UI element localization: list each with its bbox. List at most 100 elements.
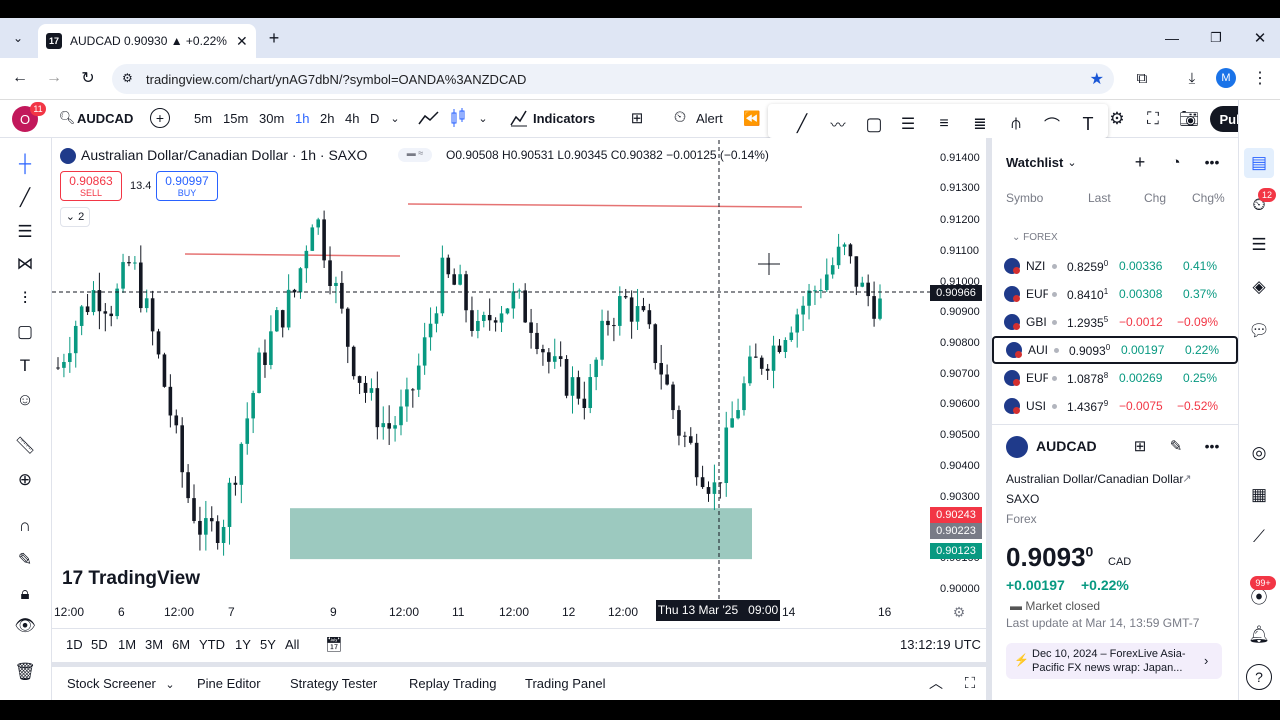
forex-section-header[interactable]: ⌄ FOREX	[1012, 232, 1058, 243]
fib-retracement-icon[interactable]: ☰	[13, 220, 37, 244]
bell-icon[interactable]: 🔔︎	[1246, 622, 1272, 648]
range-All[interactable]: All	[285, 637, 299, 652]
utc-clock[interactable]: 13:12:19 UTC	[900, 637, 981, 652]
add-symbol-icon[interactable]: +	[1130, 152, 1150, 172]
candle-body	[286, 289, 291, 328]
trash-icon[interactable]: 🗑︎	[13, 660, 37, 684]
help-icon[interactable]: ?	[1246, 664, 1272, 690]
detail-layout-icon[interactable]: ⊞	[1130, 436, 1150, 456]
interval-1h[interactable]: 1h	[295, 111, 309, 126]
object-tree-icon[interactable]: ☰	[1246, 232, 1272, 258]
range-3M[interactable]: 3M	[145, 637, 163, 652]
candle-body	[552, 356, 557, 362]
bottom-tab[interactable]: Pine Editor	[197, 676, 261, 691]
interval-15m[interactable]: 15m	[223, 111, 248, 126]
external-link-icon[interactable]: ↗	[1180, 471, 1194, 485]
pine-icon[interactable]: ⟋	[1246, 524, 1272, 550]
layers-icon[interactable]: ◈	[1246, 274, 1272, 300]
shapes-icon[interactable]: ▢	[13, 320, 37, 344]
candle-body	[564, 358, 569, 396]
bottom-tab[interactable]: Replay Trading	[409, 676, 496, 691]
candle-body	[771, 345, 776, 371]
candle-body	[275, 310, 279, 332]
range-1M[interactable]: 1M	[118, 637, 136, 652]
watchlist-row[interactable]: EUF 1.08788 0.00269 0.25%	[992, 364, 1238, 392]
emoji-icon[interactable]: ☺	[13, 388, 37, 412]
watchlist-row[interactable]: EUF 0.84101 0.00308 0.37%	[992, 280, 1238, 308]
range-1Y[interactable]: 1Y	[235, 637, 251, 652]
range-5D[interactable]: 5D	[91, 637, 108, 652]
candle-body	[150, 298, 155, 332]
watchlist-column-header[interactable]: Last	[1088, 191, 1111, 205]
trend-line-icon[interactable]: ╱	[13, 186, 37, 210]
watchlist-column-header[interactable]: Symbo	[1006, 191, 1043, 205]
magnet-icon[interactable]: ∩	[13, 514, 37, 538]
more-options-icon[interactable]: •••	[1202, 152, 1222, 172]
chat-icon[interactable]: 💬︎	[1246, 318, 1272, 344]
time-axis-label: 7	[228, 605, 235, 619]
detail-more-icon[interactable]: •••	[1202, 436, 1222, 456]
detail-symbol[interactable]: AUDCAD	[1036, 438, 1097, 454]
watchlist-row[interactable]: AUI 0.90930 0.00197 0.22%	[992, 336, 1238, 364]
goto-date-icon[interactable]: 📅︎	[324, 634, 344, 654]
candle-body	[221, 526, 226, 543]
edit-note-icon[interactable]: ✎	[1166, 436, 1186, 456]
axis-settings-icon[interactable]: ⚙	[950, 603, 968, 621]
range-5Y[interactable]: 5Y	[260, 637, 276, 652]
bottom-tab[interactable]: Strategy Tester	[290, 676, 377, 691]
range-1D[interactable]: 1D	[66, 637, 83, 652]
interval-5m[interactable]: 5m	[194, 111, 212, 126]
watchlist-dropdown-icon[interactable]: ⌄	[1066, 154, 1078, 170]
candle-body	[334, 282, 338, 286]
watchlist-icon[interactable]: ▤	[1244, 148, 1274, 178]
collapse-panel-icon[interactable]: ︿	[926, 674, 946, 692]
watchlist-symbol: USI	[1026, 399, 1047, 413]
candle-body	[204, 518, 208, 535]
bottom-tab[interactable]: Trading Panel	[525, 676, 605, 691]
candle-body	[405, 389, 409, 407]
interval-2h[interactable]: 2h	[320, 111, 334, 126]
patterns-icon[interactable]: ⋈	[13, 252, 37, 276]
price-tag: 0.90966	[930, 285, 982, 301]
watchlist-column-header[interactable]: Chg%	[1192, 191, 1225, 205]
lock-icon[interactable]: 🔒︎	[13, 582, 37, 606]
range-6M[interactable]: 6M	[172, 637, 190, 652]
candle-body	[381, 423, 386, 428]
calendar-icon[interactable]: ▦	[1246, 482, 1272, 508]
sell-button[interactable]: 0.90863 SELL	[60, 171, 122, 201]
crosshair-icon[interactable]: ┼	[13, 152, 37, 176]
candle-body	[677, 410, 681, 436]
eye-icon[interactable]: 👁︎	[13, 614, 37, 638]
watchlist-row[interactable]: USI 1.43679 −0.0075 −0.52%	[992, 392, 1238, 420]
detail-change-pct: +0.22%	[1081, 577, 1129, 593]
candle-body	[470, 310, 474, 331]
watchlist-title[interactable]: Watchlist	[1006, 155, 1063, 170]
interval-D[interactable]: D	[370, 111, 379, 126]
screener-dropdown-icon[interactable]: ⌄	[164, 676, 176, 692]
watchlist-column-header[interactable]: Chg	[1144, 191, 1166, 205]
alerts-badge: 12	[1258, 188, 1276, 202]
buy-button[interactable]: 0.90997 BUY	[156, 171, 218, 201]
bottom-tab[interactable]: Stock Screener	[67, 676, 156, 691]
last-main: 1.2935	[1067, 315, 1104, 330]
lock-drawing-icon[interactable]: ✎	[13, 548, 37, 572]
ruler-icon[interactable]: 📏︎	[13, 434, 37, 458]
maximize-panel-icon[interactable]: ⛶	[960, 674, 980, 692]
news-item[interactable]: ⚡ Dec 10, 2024 – ForexLive Asia-Pacific …	[1006, 643, 1222, 679]
range-YTD[interactable]: YTD	[199, 637, 225, 652]
forecast-icon[interactable]: ⫶	[13, 287, 37, 311]
closed-icon: ▬	[1010, 599, 1026, 613]
advanced-view-icon[interactable]: ◔	[1166, 152, 1186, 172]
detail-name[interactable]: Australian Dollar/Canadian Dollar	[1006, 472, 1183, 486]
text-icon[interactable]: T	[13, 354, 37, 378]
interval-4h[interactable]: 4h	[345, 111, 359, 126]
interval-30m[interactable]: 30m	[259, 111, 284, 126]
watchlist-row[interactable]: NZI 0.82590 0.00336 0.41%	[992, 252, 1238, 280]
market-status-icon[interactable]: ▬ ≈	[398, 148, 432, 162]
watchlist-row[interactable]: GBI 1.29355 −0.0012 −0.09%	[992, 308, 1238, 336]
collapse-indicators-button[interactable]: ⌄ 2	[60, 207, 90, 227]
price-axis-label: 0.90500	[940, 429, 980, 441]
target-icon[interactable]: ◎	[1246, 440, 1272, 466]
zoom-in-icon[interactable]: ⊕	[13, 468, 37, 492]
candle-body	[310, 227, 315, 251]
